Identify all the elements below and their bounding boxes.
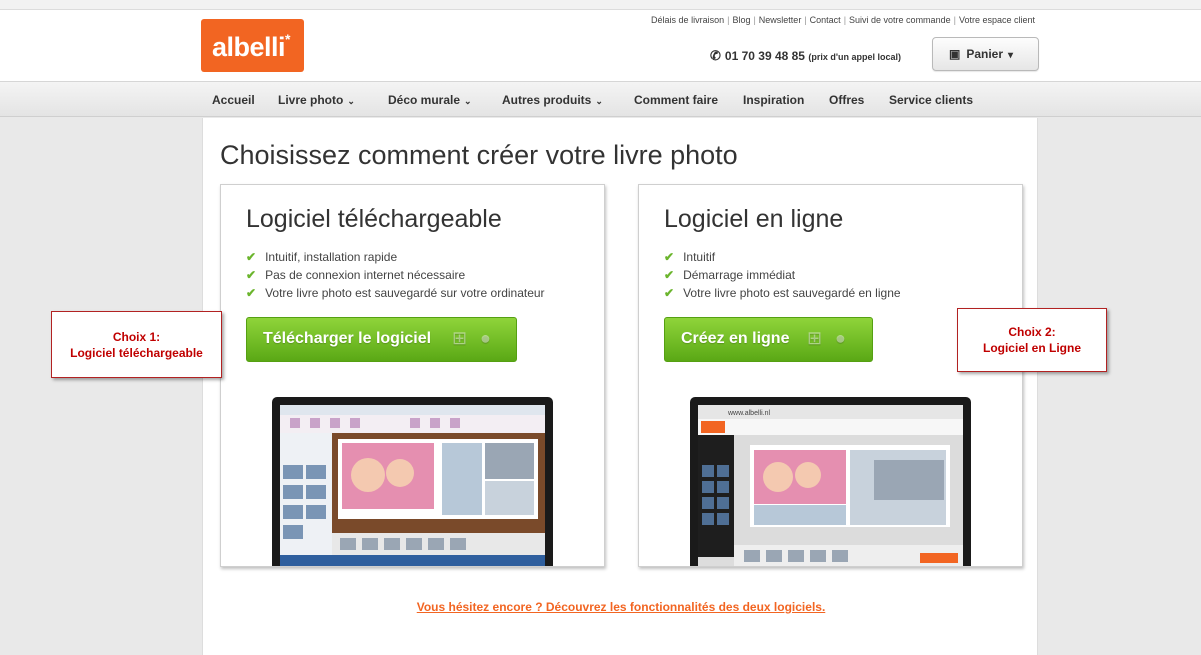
download-button-label: Télécharger le logiciel — [263, 330, 432, 347]
desktop-app-illustration — [280, 405, 545, 566]
online-app-preview: www.albelli.nl — [698, 405, 963, 566]
apple-icon: ● — [835, 328, 846, 348]
card-online-software: Logiciel en ligne ✔ Intuitif ✔ Démarrage i… — [638, 184, 1023, 567]
nav-item-livre-photo[interactable]: Livre photo ⌄ — [278, 93, 355, 107]
chevron-down-icon: ▾ — [1008, 50, 1014, 61]
callout-choice-1: Choix 1: Logiciel téléchargeable — [51, 311, 222, 378]
card-heading: Logiciel téléchargeable — [246, 205, 502, 233]
toplink-customer-area[interactable]: Votre espace client — [959, 15, 1035, 25]
check-icon: ✔ — [246, 250, 257, 264]
check-icon: ✔ — [246, 268, 257, 282]
toplink-newsletter[interactable]: Newsletter — [759, 15, 802, 25]
list-item: ✔ Démarrage immédiat — [664, 268, 796, 282]
download-software-button[interactable]: Télécharger le logiciel ⊞ ● — [246, 317, 517, 362]
online-app-illustration: www.albelli.nl — [698, 405, 963, 566]
create-online-button[interactable]: Créez en ligne ⊞ ● — [664, 317, 873, 362]
phone-icon: ✆ — [710, 48, 721, 63]
nav-item-comment-faire[interactable]: Comment faire — [634, 93, 718, 107]
main-nav: Accueil Livre photo ⌄ Déco murale ⌄ Autres… — [0, 81, 1201, 117]
feature-list: ✔ Intuitif ✔ Démarrage immédiat ✔ Votre liv… — [664, 248, 901, 302]
windows-icon: ⊞ — [452, 328, 468, 348]
logo-star: * — [285, 31, 290, 47]
callout-line2: Logiciel en Ligne — [982, 341, 1081, 355]
callout-line2: Logiciel téléchargeable — [70, 346, 203, 360]
chevron-down-icon: ⌄ — [464, 96, 472, 106]
list-item: ✔ Votre livre photo est sauvegardé sur vo… — [246, 286, 545, 300]
check-icon: ✔ — [664, 268, 675, 282]
apple-icon: ● — [480, 328, 491, 348]
online-editor-screenshot: www.albelli.nl — [690, 397, 971, 566]
list-item: ✔ Pas de connexion internet nécessaire — [246, 268, 466, 282]
callout-line1: Choix 2: — [1008, 325, 1056, 339]
desktop-app-preview — [280, 405, 545, 566]
check-icon: ✔ — [664, 286, 675, 300]
callout-line1: Choix 1: — [112, 330, 161, 344]
nav-item-deco-murale[interactable]: Déco murale ⌄ — [388, 93, 472, 107]
toplink-contact[interactable]: Contact — [810, 15, 841, 25]
list-item: ✔ Intuitif — [664, 250, 716, 264]
check-icon: ✔ — [246, 286, 257, 300]
nav-item-inspiration[interactable]: Inspiration — [743, 93, 804, 107]
main-content: Choisissez comment créer votre livre pho… — [202, 118, 1038, 655]
site-header: albelli * Délais de livraison | Blog | Newsle… — [0, 10, 1201, 81]
nav-item-service-clients[interactable]: Service clients — [889, 93, 973, 107]
top-strip — [0, 0, 1201, 10]
browser-url: www.albelli.nl — [727, 410, 770, 417]
phone-note: (prix d'un appel local) — [808, 52, 901, 62]
feature-list: ✔ Intuitif, installation rapide ✔ Pas de c… — [246, 248, 545, 302]
create-online-button-label: Créez en ligne — [681, 330, 790, 347]
toplink-order-tracking[interactable]: Suivi de votre commande — [849, 15, 951, 25]
software-screenshot — [272, 397, 553, 566]
nav-item-offres[interactable]: Offres — [829, 93, 864, 107]
callout-choice-2: Choix 2: Logiciel en Ligne — [957, 308, 1107, 372]
toplink-blog[interactable]: Blog — [732, 15, 750, 25]
phone-number-text: 01 70 39 48 85 — [724, 49, 805, 63]
card-heading: Logiciel en ligne — [664, 205, 844, 233]
toplink-delivery[interactable]: Délais de livraison — [651, 15, 724, 25]
phone-number: ✆ 01 70 39 48 85 (prix d'un appel local) — [710, 48, 901, 64]
compare-software-link[interactable]: Vous hésitez encore ? Découvrez les fonc… — [203, 600, 1039, 614]
page-title: Choisissez comment créer votre livre pho… — [220, 140, 738, 170]
nav-item-autres-produits[interactable]: Autres produits ⌄ — [502, 93, 603, 107]
chevron-down-icon: ⌄ — [347, 96, 355, 106]
basket-icon: ▣ — [949, 47, 961, 61]
albelli-logo[interactable]: albelli * — [201, 19, 304, 72]
list-item: ✔ Intuitif, installation rapide — [246, 250, 398, 264]
list-item: ✔ Votre livre photo est sauvegardé en lig… — [664, 286, 901, 300]
chevron-down-icon: ⌄ — [595, 96, 603, 106]
top-links: Délais de livraison | Blog | Newsletter | Cont… — [651, 15, 1035, 25]
check-icon: ✔ — [664, 250, 675, 264]
logo-text: albelli — [212, 32, 286, 62]
cart-label: Panier — [966, 47, 1004, 61]
windows-icon: ⊞ — [807, 328, 823, 348]
cart-button[interactable]: ▣ Panier ▾ — [932, 37, 1039, 71]
nav-item-accueil[interactable]: Accueil — [212, 93, 255, 107]
card-downloadable-software: Logiciel téléchargeable ✔ Intuitif, insta… — [220, 184, 605, 567]
